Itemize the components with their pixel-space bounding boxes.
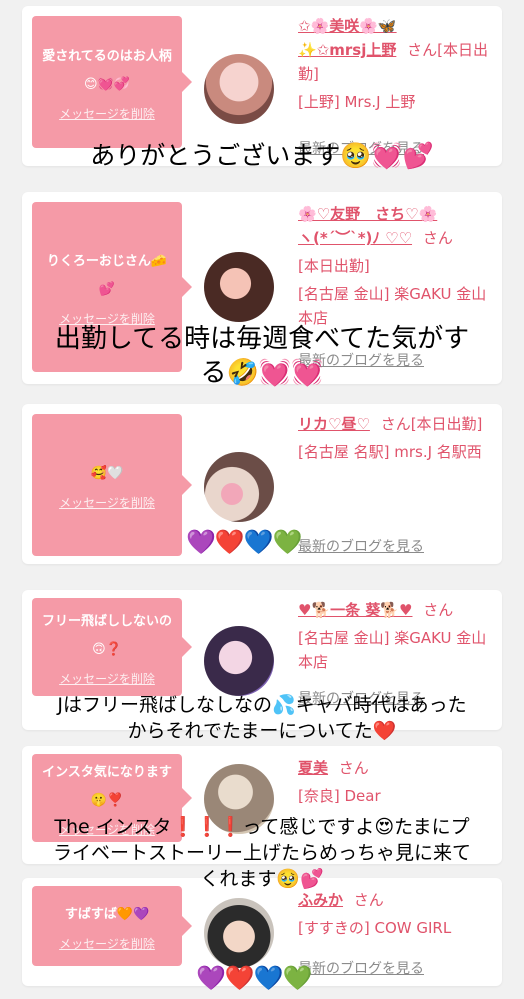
avatar[interactable] (204, 898, 274, 968)
purple-heart-icon: 💜 (196, 964, 226, 992)
caption-text: る🤣💓💓 (200, 358, 324, 388)
honorific: さん (338, 759, 369, 777)
avatar[interactable] (204, 626, 274, 696)
overlay-caption: ありがとうございます🥹💓💕 (0, 138, 524, 174)
caption-text: Jはフリー飛ばしなしなの💦キャバ時代はあった (57, 694, 467, 716)
overlay-caption: 出勤してる時は毎週食べてた気がす る🤣💓💓 (0, 322, 524, 390)
profile-name[interactable]: 🌸♡友野 さち♡🌸 (298, 205, 437, 223)
work-status: [本日出勤] (298, 257, 370, 275)
delete-message-link[interactable]: メッセージを削除 (59, 935, 155, 952)
caption-text: からそれでたまーについてた❤️ (127, 720, 397, 742)
profile-name-cont[interactable]: ヽ(*´︶`*)ﾉ ♡♡ (298, 229, 412, 247)
profile-info: リカ♡昼♡ さん[本日出勤] [名古屋 名駅] mrs.J 名駅西 (298, 412, 498, 464)
message-bubble: 🥰🤍 メッセージを削除 (32, 414, 192, 556)
delete-message-link[interactable]: メッセージを削除 (59, 105, 155, 122)
work-status: [本日出勤] (410, 415, 483, 433)
avatar[interactable] (204, 54, 274, 124)
blue-heart-icon: 💙 (253, 964, 284, 992)
profile-name[interactable]: リカ♡昼♡ (298, 415, 370, 433)
caption-text: くれます🥹💕 (200, 868, 324, 890)
message-text: すばすば🧡💜 (64, 906, 150, 922)
profile-name[interactable]: 夏美 (298, 759, 328, 777)
message-text: りくろーおじさん🧀💕 (46, 253, 168, 297)
message-text: フリー飛ばししないの🙃❓ (41, 613, 172, 657)
caption-text: ありがとうございます🥹💓💕 (90, 141, 434, 170)
message-bubble: すばすば🧡💜 メッセージを削除 (32, 886, 192, 966)
red-heart-icon: ❤️ (224, 964, 255, 992)
profile-name[interactable]: ふみか (298, 891, 343, 909)
caption-text: The インスタ❗️❗️❗️って感じですよ😍たまにプ (54, 816, 470, 838)
shop-name[interactable]: [名古屋 名駅] mrs.J 名駅西 (298, 440, 498, 464)
caption-text: ライベートストーリー上げたらめっちゃ見に来て (52, 842, 471, 864)
green-heart-icon: 💚 (282, 964, 313, 992)
honorific: さん (422, 229, 453, 247)
green-heart-icon: 💚 (272, 528, 303, 556)
heart-stickers: 💜❤️💙💚 (196, 964, 313, 992)
profile-info: ♥🐕一条 葵🐕♥ さん [名古屋 金山] 楽GAKU 金山本店 (298, 598, 498, 674)
avatar[interactable] (204, 452, 274, 522)
shop-name[interactable]: [すすきの] COW GIRL (298, 916, 498, 940)
overlay-caption: The インスタ❗️❗️❗️って感じですよ😍たまにプ ライベートストーリー上げた… (0, 814, 524, 892)
red-heart-icon: ❤️ (214, 528, 245, 556)
blog-link[interactable]: 最新のブログを見る (298, 958, 424, 978)
shop-name[interactable]: [名古屋 金山] 楽GAKU 金山本店 (298, 626, 498, 674)
message-bubble: フリー飛ばししないの🙃❓ メッセージを削除 (32, 598, 192, 696)
honorific: さん (423, 601, 454, 619)
caption-text: 出勤してる時は毎週食べてた気がす (54, 324, 470, 354)
honorific: さん (380, 415, 411, 433)
profile-info: ✩🌸美咲🌸🦋 ✨✩mrsj上野 さん[本日出勤] [上野] Mrs.J 上野 (298, 14, 498, 114)
blog-link[interactable]: 最新のブログを見る (298, 536, 424, 556)
message-text: 🥰🤍 (90, 465, 124, 481)
honorific: さん (353, 891, 384, 909)
message-text: 愛されてるのはお人柄😊💓💞 (42, 48, 172, 92)
profile-name[interactable]: ✩🌸美咲🌸🦋 (298, 17, 397, 35)
honorific: さん (407, 41, 438, 59)
delete-message-link[interactable]: メッセージを削除 (59, 494, 155, 511)
purple-heart-icon: 💜 (186, 528, 216, 556)
delete-message-link[interactable]: メッセージを削除 (59, 670, 155, 687)
profile-name-cont[interactable]: ✨✩mrsj上野 (298, 41, 396, 59)
message-bubble: 愛されてるのはお人柄😊💓💞 メッセージを削除 (32, 16, 192, 148)
blue-heart-icon: 💙 (243, 528, 274, 556)
profile-name[interactable]: ♥🐕一条 葵🐕♥ (298, 601, 412, 619)
shop-name[interactable]: [上野] Mrs.J 上野 (298, 90, 498, 114)
profile-info: 夏美 さん [奈良] Dear (298, 756, 498, 808)
overlay-caption: Jはフリー飛ばしなしなの💦キャバ時代はあった からそれでたまーについてた❤️ (0, 692, 524, 744)
profile-info: ふみか さん [すすきの] COW GIRL (298, 888, 498, 940)
heart-stickers: 💜❤️💙💚 (186, 528, 303, 556)
message-text: インスタ気になります🤫❣️ (42, 764, 172, 808)
shop-name[interactable]: [奈良] Dear (298, 784, 498, 808)
avatar[interactable] (204, 252, 274, 322)
profile-info: 🌸♡友野 さち♡🌸 ヽ(*´︶`*)ﾉ ♡♡ さん [本日出勤] [名古屋 金山… (298, 202, 498, 330)
